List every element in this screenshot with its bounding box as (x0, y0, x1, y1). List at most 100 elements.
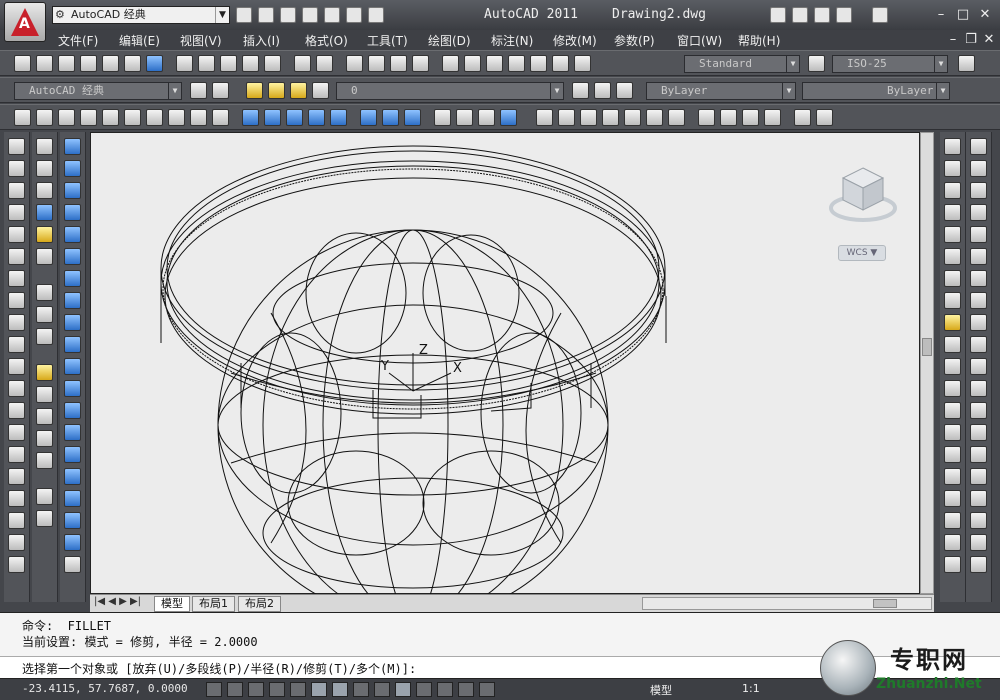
render-icon[interactable] (36, 248, 53, 265)
menu-view[interactable]: 视图(V) (180, 32, 222, 49)
object-snap-tracking-icon[interactable] (353, 682, 369, 697)
coordinate-readout[interactable]: -23.4115, 57.7687, 0.0000 (22, 682, 188, 695)
horizontal-scroll-thumb[interactable] (873, 599, 897, 608)
tab-layout2[interactable]: 布局2 (238, 596, 281, 612)
print-icon[interactable] (80, 55, 97, 72)
planar-surface-icon[interactable] (212, 109, 229, 126)
jogged-dimension-icon[interactable] (944, 248, 961, 265)
hatch-icon[interactable] (8, 446, 25, 463)
drawing-canvas[interactable]: Z Y X (90, 132, 920, 621)
communication-center-icon[interactable] (814, 7, 830, 23)
trim-icon[interactable] (970, 336, 987, 353)
imprint-icon[interactable] (64, 424, 81, 441)
polygon-icon[interactable] (8, 204, 25, 221)
sun-properties-icon[interactable] (36, 452, 53, 469)
box-icon[interactable] (36, 109, 53, 126)
maximize-button[interactable]: □ (954, 6, 972, 24)
offset-faces-icon[interactable] (64, 248, 81, 265)
solid-subtract-icon[interactable] (64, 160, 81, 177)
erase-icon[interactable] (970, 138, 987, 155)
open-icon[interactable] (258, 7, 274, 23)
help-icon[interactable] (574, 55, 591, 72)
cut-icon[interactable] (176, 55, 193, 72)
render-presets-icon[interactable] (36, 510, 53, 527)
nw-iso-view-icon[interactable] (764, 109, 781, 126)
layer-combo[interactable]: 0 ▼ (336, 82, 564, 100)
doc-restore-button[interactable]: ❐ (962, 31, 980, 49)
offset-icon[interactable] (970, 204, 987, 221)
dome-icon[interactable] (36, 182, 53, 199)
open-icon[interactable] (36, 55, 53, 72)
chevron-down-icon[interactable]: ▼ (934, 56, 947, 72)
menu-window[interactable]: 窗口(W) (677, 32, 722, 49)
sweep-icon[interactable] (286, 109, 303, 126)
lineweight-icon[interactable] (416, 682, 432, 697)
left-view-icon[interactable] (602, 109, 619, 126)
wcs-button[interactable]: WCS ▼ (838, 245, 886, 261)
extend-icon[interactable] (970, 358, 987, 375)
layer-previous-icon[interactable] (594, 82, 611, 99)
3d-rotate-icon[interactable] (456, 109, 473, 126)
mapping-icon[interactable] (36, 430, 53, 447)
chevron-down-icon[interactable]: ▼ (215, 7, 229, 23)
slice-icon[interactable] (64, 534, 81, 551)
color-edges-icon[interactable] (64, 402, 81, 419)
line-icon[interactable] (8, 138, 25, 155)
cylinder-icon[interactable] (124, 109, 141, 126)
materials-icon[interactable] (36, 408, 53, 425)
color-combo[interactable]: ByLayer ▼ (646, 82, 796, 100)
zoom-realtime-icon[interactable] (368, 55, 385, 72)
draworder-icon[interactable] (970, 512, 987, 529)
redo-icon[interactable] (316, 55, 333, 72)
teapot-icon[interactable] (36, 306, 53, 323)
polar-tracking-icon[interactable] (290, 682, 306, 697)
binoculars-icon[interactable] (770, 7, 786, 23)
separate-icon[interactable] (64, 468, 81, 485)
paste-icon[interactable] (220, 55, 237, 72)
camera-icon[interactable] (794, 109, 811, 126)
helix-icon[interactable] (190, 109, 207, 126)
polysolid-icon[interactable] (14, 109, 31, 126)
menu-file[interactable]: 文件(F) (58, 32, 98, 49)
dimension-space-icon[interactable] (944, 380, 961, 397)
intersect-icon[interactable] (404, 109, 421, 126)
chevron-down-icon[interactable]: ▼ (936, 83, 949, 99)
arc-icon[interactable] (8, 248, 25, 265)
dynamic-ucs-icon[interactable] (374, 682, 390, 697)
add-selected-icon[interactable] (8, 556, 25, 573)
loft-icon[interactable] (330, 109, 347, 126)
snap-mode-icon[interactable] (227, 682, 243, 697)
3d-object-snap-icon[interactable] (332, 682, 348, 697)
move-icon[interactable] (970, 248, 987, 265)
3d-dwf-icon[interactable] (146, 55, 163, 72)
menu-parametric[interactable]: 参数(P) (614, 32, 655, 49)
copy-icon[interactable] (198, 55, 215, 72)
linetype-combo[interactable]: ByLayer ▼ (802, 82, 950, 100)
spline-icon[interactable] (8, 314, 25, 331)
vertical-scroll-thumb[interactable] (922, 338, 932, 356)
scale-icon[interactable] (970, 292, 987, 309)
copy-faces-icon[interactable] (64, 336, 81, 353)
ellipse-arc-icon[interactable] (8, 358, 25, 375)
make-block-icon[interactable] (8, 402, 25, 419)
diameter-dimension-icon[interactable] (944, 270, 961, 287)
help-icon[interactable] (872, 7, 888, 23)
copy-edges-icon[interactable] (64, 380, 81, 397)
shaded-sphere-icon[interactable] (36, 204, 53, 221)
surface-icon[interactable] (36, 138, 53, 155)
region-icon[interactable] (8, 490, 25, 507)
workspace-switcher[interactable]: ⚙ AutoCAD 经典 ▼ (52, 6, 230, 24)
revolve-icon[interactable] (308, 109, 325, 126)
aligned-dimension-icon[interactable] (944, 160, 961, 177)
layer-states-icon[interactable] (616, 82, 633, 99)
menu-insert[interactable]: 插入(I) (243, 32, 280, 49)
right-view-icon[interactable] (624, 109, 641, 126)
union-icon[interactable] (360, 109, 377, 126)
table-style-icon[interactable] (958, 55, 975, 72)
revision-cloud-icon[interactable] (8, 292, 25, 309)
subtract-icon[interactable] (382, 109, 399, 126)
menu-help[interactable]: 帮助(H) (738, 32, 780, 49)
array-icon[interactable] (970, 226, 987, 243)
mirror-icon[interactable] (970, 182, 987, 199)
print-preview-icon[interactable] (102, 55, 119, 72)
